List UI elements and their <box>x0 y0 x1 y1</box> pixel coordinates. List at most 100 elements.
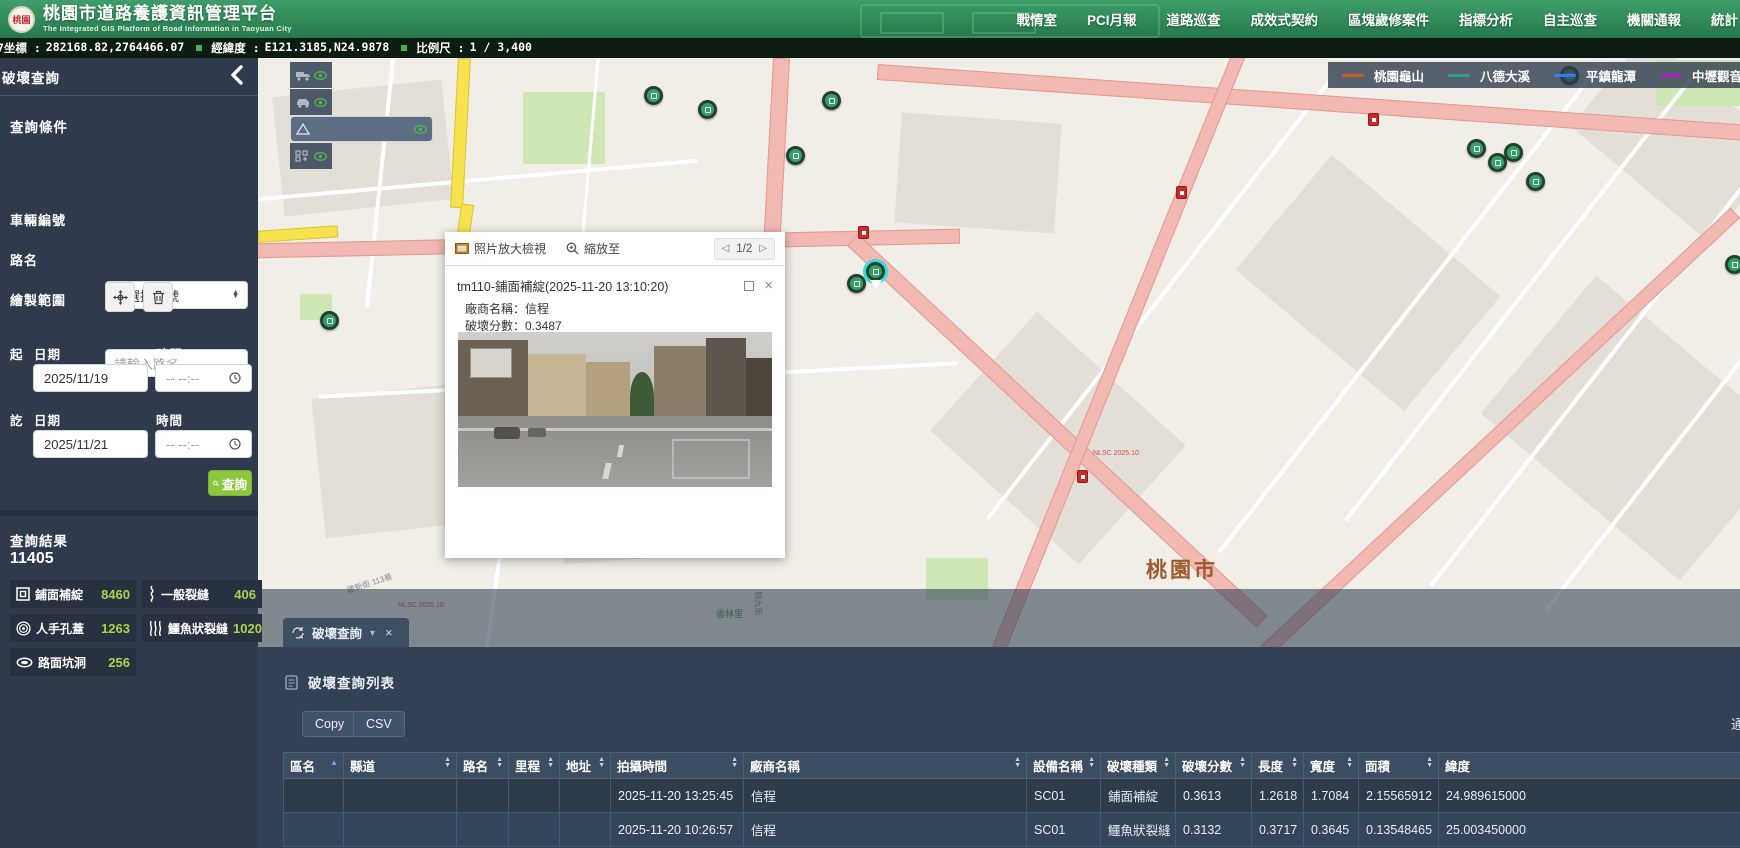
map-marker-damage[interactable] <box>1504 143 1523 162</box>
column-header-4[interactable]: 里程▲▼ <box>509 753 560 779</box>
legend-line-icon <box>1342 74 1364 77</box>
sort-icon[interactable]: ▲▼ <box>1291 757 1298 769</box>
table-cell: 24.989615000 <box>1439 779 1740 813</box>
column-header-9[interactable]: 破壞種類▲▼ <box>1101 753 1176 779</box>
map-marker-damage[interactable] <box>698 100 717 119</box>
map-marker-damage[interactable] <box>1467 139 1486 158</box>
sort-icon[interactable]: ▲▼ <box>1426 757 1433 769</box>
sort-icon[interactable]: ▲▼ <box>1014 757 1021 769</box>
map-marker-poi-red[interactable] <box>1077 470 1088 483</box>
stat-manhole[interactable]: 人手孔蓋1263 <box>10 614 136 642</box>
pager-prev-icon[interactable]: ◁ <box>722 243 730 254</box>
column-header-5[interactable]: 地址▲▼ <box>560 753 611 779</box>
zoom-to-tool[interactable]: 縮放至 <box>566 240 620 257</box>
sidebar-collapse-chevron-icon[interactable] <box>230 65 250 87</box>
from-time-label: 時間 <box>156 344 183 363</box>
nav-item-6[interactable]: 指標分析 <box>1459 9 1513 29</box>
nav-item-4[interactable]: 成效式契約 <box>1251 9 1319 29</box>
stat-label: 鱷魚狀裂縫 <box>168 620 228 637</box>
sort-icon[interactable]: ▲▼ <box>1163 757 1170 769</box>
copy-button[interactable]: Copy <box>302 711 357 737</box>
column-header-11[interactable]: 長度▲▼ <box>1252 753 1304 779</box>
popup-close-icon[interactable]: × <box>764 281 773 291</box>
popup-toolbar: 照片放大檢視 縮放至 ◁ 1/2 ▷ <box>445 232 785 266</box>
column-header-2[interactable]: 縣道▲▼ <box>344 753 457 779</box>
nav-item-2[interactable]: PCI月報 <box>1087 9 1137 29</box>
stat-pothole[interactable]: 路面坑洞256 <box>10 648 136 676</box>
from-prefix-label: 起 <box>10 344 24 363</box>
nav-item-9[interactable]: 統計 <box>1711 9 1738 29</box>
nav-item-5[interactable]: 區塊歲修案件 <box>1348 9 1429 29</box>
damage-detail-popup: 照片放大檢視 縮放至 ◁ 1/2 ▷ tm110-鋪面補綻(2025-11-20… <box>445 232 785 558</box>
nav-item-7[interactable]: 自主巡查 <box>1543 9 1597 29</box>
to-date-input[interactable]: 2025/11/21 <box>33 430 148 458</box>
sort-icon[interactable]: ▲▼ <box>1088 757 1095 769</box>
sort-asc-icon[interactable]: ▲ <box>330 759 338 767</box>
eye-visible-icon[interactable] <box>314 71 327 80</box>
stat-crack[interactable]: 一般裂縫406 <box>142 580 262 608</box>
eye-visible-icon[interactable] <box>314 98 327 107</box>
damage-query-panel-tab[interactable]: 破壞查詢 ▼ × <box>283 618 409 647</box>
map-marker-poi-red[interactable] <box>1176 186 1187 199</box>
sort-icon[interactable]: ▲▼ <box>496 757 503 769</box>
column-header-13[interactable]: 面積▲▼ <box>1359 753 1439 779</box>
layer-truck-button[interactable] <box>290 62 332 88</box>
clear-range-button[interactable] <box>143 282 173 312</box>
to-time-input[interactable]: -- --:-- <box>155 430 252 458</box>
table-cell: 鱷魚狀裂縫 <box>1101 813 1176 847</box>
stat-patch[interactable]: 鋪面補綻8460 <box>10 580 136 608</box>
search-icon <box>213 478 219 489</box>
photo-enlarge-tool[interactable]: 照片放大檢視 <box>455 240 546 257</box>
from-time-input[interactable]: -- --:-- <box>155 364 252 392</box>
table-row[interactable]: 2025-11-20 13:25:45信程SC01鋪面補綻0.36131.261… <box>284 779 1740 813</box>
search-button[interactable]: 查詢 <box>208 470 252 496</box>
stat-alligator-crack[interactable]: 鱷魚狀裂縫1020 <box>142 614 262 642</box>
csv-button[interactable]: CSV <box>353 711 405 737</box>
column-header-10[interactable]: 破壞分數▲▼ <box>1176 753 1252 779</box>
eye-visible-icon[interactable] <box>314 152 327 161</box>
layer-grid-button[interactable] <box>290 143 332 169</box>
sort-icon[interactable]: ▲▼ <box>1346 757 1353 769</box>
popup-title: tm110-鋪面補綻(2025-11-20 13:10:20) <box>457 276 668 295</box>
column-header-6[interactable]: 拍攝時間▲▼ <box>611 753 744 779</box>
layer-car-button[interactable] <box>290 89 332 115</box>
from-date-input[interactable]: 2025/11/19 <box>33 364 148 392</box>
map-marker-damage[interactable] <box>786 146 805 165</box>
table-cell <box>560 779 611 813</box>
column-header-3[interactable]: 路名▲▼ <box>457 753 509 779</box>
table-cell <box>284 779 344 813</box>
panel-tab-caret-icon[interactable]: ▼ <box>368 628 377 638</box>
nav-item-3[interactable]: 道路巡查 <box>1167 9 1221 29</box>
popup-maximize-icon[interactable] <box>744 281 754 291</box>
eye-visible-icon[interactable] <box>414 125 427 134</box>
sort-icon[interactable]: ▲▼ <box>731 757 738 769</box>
map-marker-damage[interactable] <box>320 311 339 330</box>
column-header-14[interactable]: 緯度▲▼ <box>1439 753 1740 779</box>
nav-item-1[interactable]: 戰情室 <box>1016 9 1057 29</box>
table-row[interactable]: 2025-11-20 10:26:57信程SC01鱷魚狀裂縫0.31320.37… <box>284 813 1740 847</box>
column-header-1[interactable]: 區名▲ <box>284 753 344 779</box>
map-marker-poi-red[interactable] <box>1368 113 1379 126</box>
layer-damage-button[interactable] <box>290 116 433 142</box>
table-cell: SC01 <box>1027 813 1101 847</box>
sort-icon[interactable]: ▲▼ <box>598 757 605 769</box>
map-marker-poi-red[interactable] <box>858 226 869 239</box>
map-marker-damage[interactable] <box>644 86 663 105</box>
sort-icon[interactable]: ▲▼ <box>547 757 554 769</box>
sort-icon[interactable]: ▲▼ <box>1239 757 1246 769</box>
column-header-8[interactable]: 設備名稱▲▼ <box>1027 753 1101 779</box>
pager-next-icon[interactable]: ▷ <box>759 243 767 254</box>
map-marker-damage[interactable] <box>1725 255 1740 274</box>
nav-item-8[interactable]: 機關通報 <box>1627 9 1681 29</box>
map-marker-damage[interactable] <box>822 91 841 110</box>
draw-range-button[interactable] <box>105 282 135 312</box>
column-header-12[interactable]: 寬度▲▼ <box>1304 753 1359 779</box>
sort-icon[interactable]: ▲▼ <box>444 757 451 769</box>
map-marker-damage[interactable] <box>847 274 866 293</box>
from-time-placeholder: -- --:-- <box>166 371 199 386</box>
map-marker-selected[interactable] <box>866 262 885 281</box>
panel-tab-close-icon[interactable]: × <box>385 625 393 640</box>
street-photo[interactable] <box>458 332 772 487</box>
map-marker-damage[interactable] <box>1526 172 1545 191</box>
column-header-7[interactable]: 廠商名稱▲▼ <box>744 753 1027 779</box>
